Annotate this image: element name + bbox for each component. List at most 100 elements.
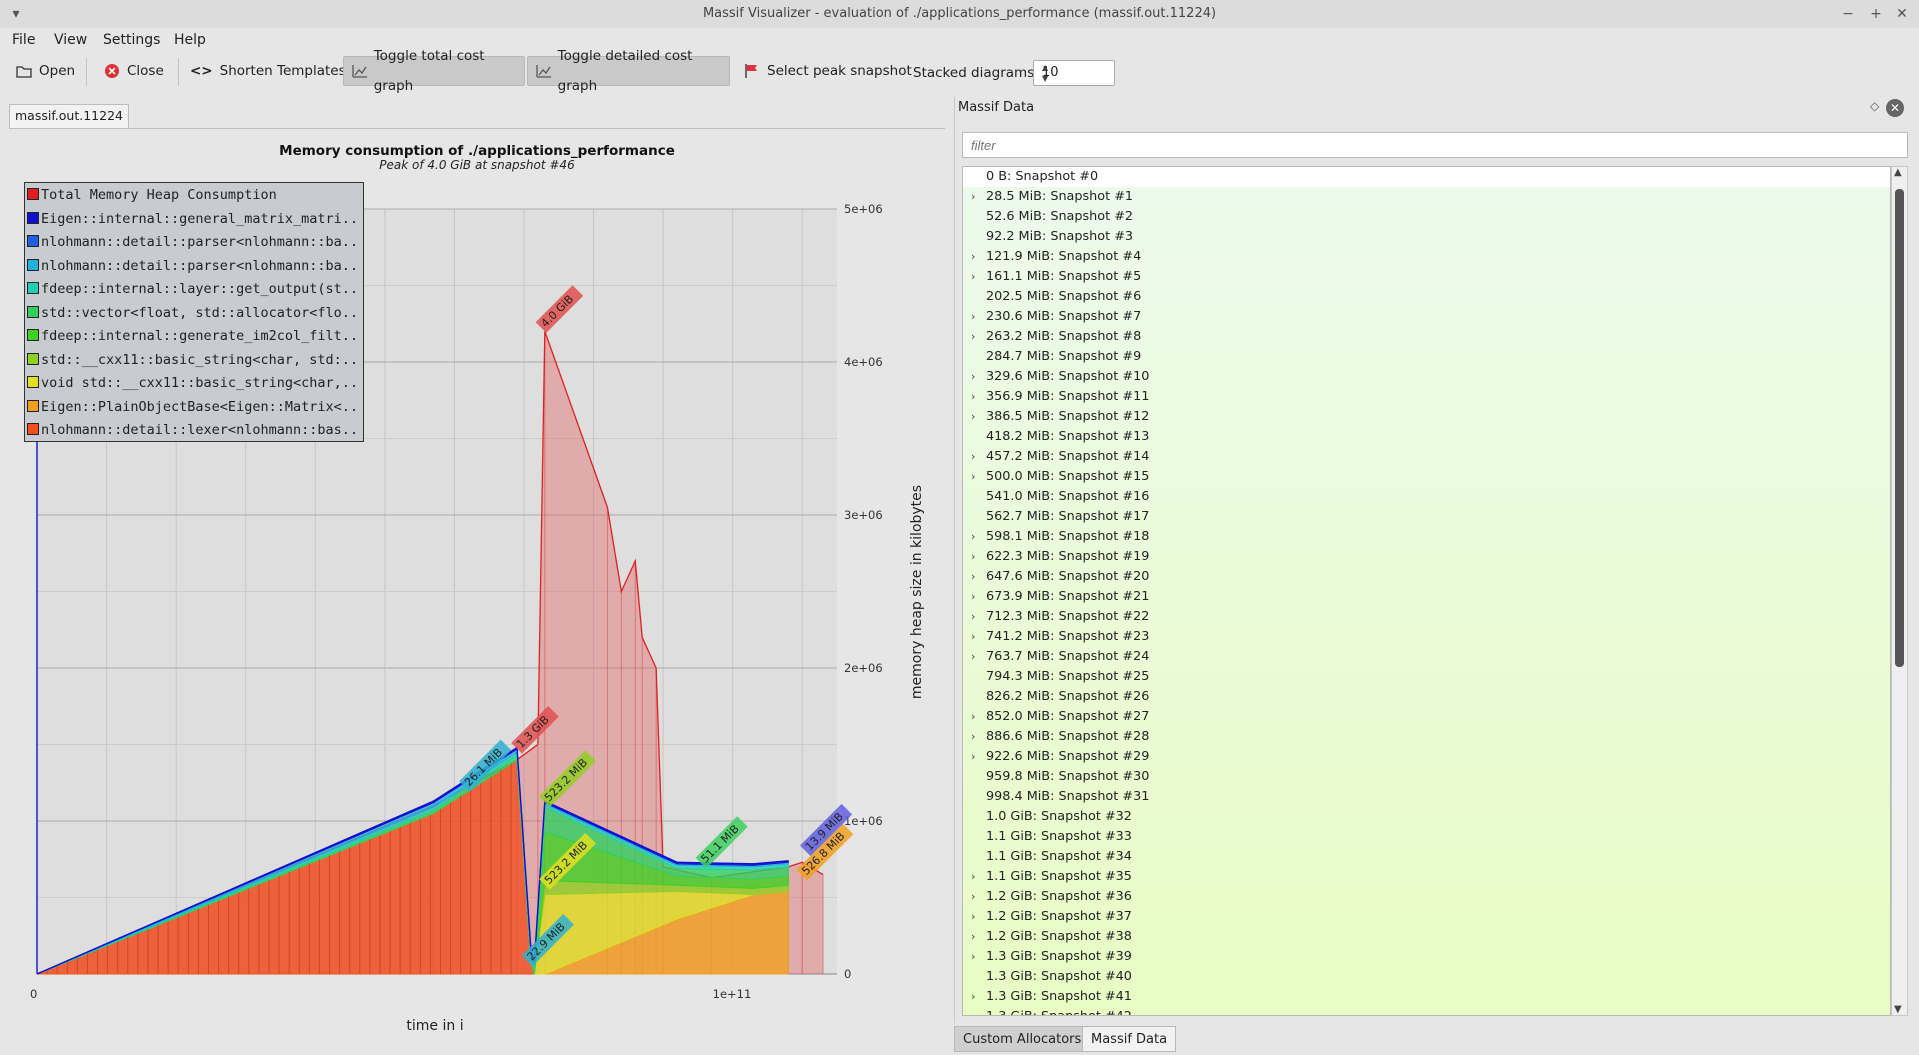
snapshot-item[interactable]: › 28.5 MiB: Snapshot #1 <box>963 187 1890 207</box>
snapshot-item[interactable]: › 356.9 MiB: Snapshot #11 <box>963 387 1890 407</box>
snapshot-item[interactable]: › 622.3 MiB: Snapshot #19 <box>963 547 1890 567</box>
snapshot-tree[interactable]: 0 B: Snapshot #0 › 28.5 MiB: Snapshot #1 52… <box>962 166 1891 1016</box>
expand-arrow-icon[interactable]: › <box>971 547 981 567</box>
open-button[interactable]: Open <box>8 56 83 86</box>
minimize-icon[interactable]: − <box>1838 4 1858 24</box>
snapshot-item[interactable]: 1.3 GiB: Snapshot #40 <box>963 967 1890 987</box>
snapshot-item[interactable]: › 673.9 MiB: Snapshot #21 <box>963 587 1890 607</box>
menu-settings[interactable]: Settings <box>103 32 160 48</box>
snapshot-item[interactable]: 562.7 MiB: Snapshot #17 <box>963 507 1890 527</box>
expand-arrow-icon[interactable]: › <box>971 527 981 547</box>
snapshot-item[interactable]: 1.1 GiB: Snapshot #33 <box>963 827 1890 847</box>
expand-arrow-icon[interactable]: › <box>971 607 981 627</box>
snapshot-item[interactable]: › 386.5 MiB: Snapshot #12 <box>963 407 1890 427</box>
expand-arrow-icon[interactable]: › <box>971 567 981 587</box>
expand-arrow-icon[interactable]: › <box>971 747 981 767</box>
snapshot-item[interactable]: 284.7 MiB: Snapshot #9 <box>963 347 1890 367</box>
scrollbar-thumb[interactable] <box>1895 189 1904 667</box>
menu-view[interactable]: View <box>54 32 87 48</box>
select-peak-snapshot-button[interactable]: Select peak snapshot <box>736 56 920 86</box>
snapshot-item[interactable]: 92.2 MiB: Snapshot #3 <box>963 227 1890 247</box>
snapshot-item[interactable]: › 1.2 GiB: Snapshot #38 <box>963 927 1890 947</box>
scroll-up-icon[interactable]: ▲ <box>1894 167 1902 178</box>
expand-arrow-icon[interactable]: › <box>971 707 981 727</box>
expand-arrow-icon[interactable]: › <box>971 307 981 327</box>
float-icon[interactable]: ◇ <box>1870 99 1879 113</box>
expand-arrow-icon[interactable]: › <box>971 1007 981 1015</box>
snapshot-item[interactable]: › 1.2 GiB: Snapshot #36 <box>963 887 1890 907</box>
expand-arrow-icon[interactable]: › <box>971 727 981 747</box>
expand-arrow-icon[interactable]: › <box>971 247 981 267</box>
snapshot-item[interactable]: 1.1 GiB: Snapshot #34 <box>963 847 1890 867</box>
expand-arrow-icon[interactable]: › <box>971 187 981 207</box>
snapshot-item[interactable]: › 230.6 MiB: Snapshot #7 <box>963 307 1890 327</box>
select-peak-label: Select peak snapshot <box>767 63 912 79</box>
scroll-down-icon[interactable]: ▼ <box>1894 1004 1902 1015</box>
filter-input[interactable] <box>962 132 1908 158</box>
snapshot-label: 959.8 MiB: Snapshot #30 <box>986 769 1150 784</box>
snapshot-item[interactable]: 202.5 MiB: Snapshot #6 <box>963 287 1890 307</box>
tree-scrollbar[interactable]: ▲ ▼ <box>1891 166 1908 1016</box>
expand-arrow-icon[interactable]: › <box>971 387 981 407</box>
snapshot-item[interactable]: 794.3 MiB: Snapshot #25 <box>963 667 1890 687</box>
snapshot-item[interactable]: 1.0 GiB: Snapshot #32 <box>963 807 1890 827</box>
snapshot-item[interactable]: › 161.1 MiB: Snapshot #5 <box>963 267 1890 287</box>
expand-arrow-icon[interactable]: › <box>971 367 981 387</box>
toggle-detailed-cost-graph-button[interactable]: Toggle detailed cost graph <box>527 48 730 94</box>
snapshot-item[interactable]: › 263.2 MiB: Snapshot #8 <box>963 327 1890 347</box>
expand-arrow-icon[interactable]: › <box>971 447 981 467</box>
snapshot-item[interactable]: › 1.3 GiB: Snapshot #41 <box>963 987 1890 1007</box>
snapshot-item[interactable]: › 500.0 MiB: Snapshot #15 <box>963 467 1890 487</box>
tab-massif-file[interactable]: massif.out.11224 <box>9 104 129 128</box>
snapshot-item[interactable]: 826.2 MiB: Snapshot #26 <box>963 687 1890 707</box>
snapshot-item[interactable]: › 1.2 GiB: Snapshot #37 <box>963 907 1890 927</box>
expand-arrow-icon[interactable]: › <box>971 627 981 647</box>
close-window-icon[interactable]: ✕ <box>1892 4 1912 24</box>
close-button[interactable]: Close <box>96 56 172 86</box>
expand-arrow-icon[interactable]: › <box>971 327 981 347</box>
snapshot-item[interactable]: › 712.3 MiB: Snapshot #22 <box>963 607 1890 627</box>
shorten-templates-button[interactable]: <> Shorten Templates <box>182 56 354 86</box>
snapshot-item[interactable]: › 922.6 MiB: Snapshot #29 <box>963 747 1890 767</box>
snapshot-item[interactable]: 998.4 MiB: Snapshot #31 <box>963 787 1890 807</box>
snapshot-item[interactable]: › 886.6 MiB: Snapshot #28 <box>963 727 1890 747</box>
snapshot-item[interactable]: › 741.2 MiB: Snapshot #23 <box>963 627 1890 647</box>
snapshot-item[interactable]: › 598.1 MiB: Snapshot #18 <box>963 527 1890 547</box>
snapshot-item[interactable]: › 457.2 MiB: Snapshot #14 <box>963 447 1890 467</box>
dock-close-icon[interactable]: ✕ <box>1886 99 1904 117</box>
expand-arrow-icon[interactable]: › <box>971 467 981 487</box>
snapshot-item[interactable]: 541.0 MiB: Snapshot #16 <box>963 487 1890 507</box>
snapshot-item[interactable]: 0 B: Snapshot #0 <box>963 167 1890 187</box>
toggle-total-cost-graph-button[interactable]: Toggle total cost graph <box>343 48 525 94</box>
snapshot-item[interactable]: 418.2 MiB: Snapshot #13 <box>963 427 1890 447</box>
maximize-icon[interactable]: + <box>1866 4 1886 24</box>
snapshot-item[interactable]: › 1.3 GiB: Snapshot #39 <box>963 947 1890 967</box>
expand-arrow-icon[interactable]: › <box>971 907 981 927</box>
expand-arrow-icon[interactable]: › <box>971 587 981 607</box>
snapshot-item[interactable]: 52.6 MiB: Snapshot #2 <box>963 207 1890 227</box>
expand-arrow-icon[interactable]: › <box>971 947 981 967</box>
snapshot-item[interactable]: › 852.0 MiB: Snapshot #27 <box>963 707 1890 727</box>
title-bar: ▾ Massif Visualizer - evaluation of ./ap… <box>0 0 1919 29</box>
expand-arrow-icon[interactable]: › <box>971 647 981 667</box>
stacked-diagrams-spinbox[interactable]: 10 ▲ ▼ <box>1033 60 1115 86</box>
snapshot-item[interactable]: › 329.6 MiB: Snapshot #10 <box>963 367 1890 387</box>
snapshot-item[interactable]: 959.8 MiB: Snapshot #30 <box>963 767 1890 787</box>
expand-arrow-icon[interactable]: › <box>971 407 981 427</box>
expand-arrow-icon[interactable]: › <box>971 927 981 947</box>
spin-up-icon[interactable]: ▲ <box>1042 63 1110 72</box>
expand-arrow-icon[interactable]: › <box>971 867 981 887</box>
snapshot-item[interactable]: › 121.9 MiB: Snapshot #4 <box>963 247 1890 267</box>
snapshot-item[interactable]: › 1.1 GiB: Snapshot #35 <box>963 867 1890 887</box>
expand-arrow-icon[interactable]: › <box>971 267 981 287</box>
menu-help[interactable]: Help <box>174 32 206 48</box>
snapshot-item[interactable]: › 1.3 GiB: Snapshot #42 <box>963 1007 1890 1015</box>
tab-custom-allocators[interactable]: Custom Allocators <box>954 1026 1091 1052</box>
menu-file[interactable]: File <box>12 32 35 48</box>
expand-arrow-icon[interactable]: › <box>971 887 981 907</box>
snapshot-item[interactable]: › 763.7 MiB: Snapshot #24 <box>963 647 1890 667</box>
snapshot-item[interactable]: › 647.6 MiB: Snapshot #20 <box>963 567 1890 587</box>
spin-down-icon[interactable]: ▼ <box>1042 74 1110 83</box>
expand-arrow-icon[interactable]: › <box>971 987 981 1007</box>
tab-massif-data[interactable]: Massif Data <box>1082 1026 1177 1052</box>
